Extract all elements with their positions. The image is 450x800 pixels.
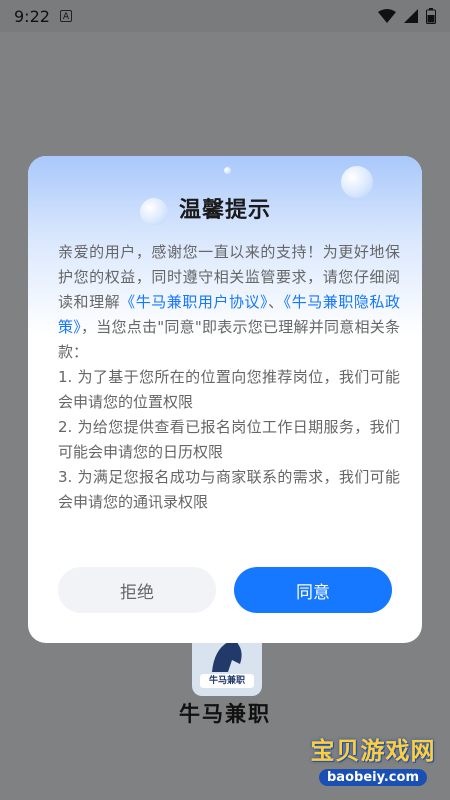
watermark-title: 宝贝游戏网 <box>310 737 436 765</box>
app-name: 牛马兼职 <box>179 702 271 726</box>
notification-a-icon: A <box>59 10 72 22</box>
app-logo-label: 牛马兼职 <box>200 674 254 688</box>
agree-button[interactable]: 同意 <box>234 567 392 613</box>
user-agreement-link[interactable]: 《牛马兼职用户协议》 <box>120 293 268 311</box>
status-bar: 9:22 A <box>0 0 450 32</box>
decline-button[interactable]: 拒绝 <box>58 567 216 613</box>
permission-item-contacts: 3. 为满足您报名成功与商家联系的需求，我们可能会申请您的通讯录权限 <box>58 468 400 511</box>
intro-text-end: ，当您点击"同意"即表示您已理解并同意相关条款： <box>58 318 400 361</box>
dialog-intro: 亲爱的用户，感谢您一直以来的支持！为更好地保护您的权益，同时遵守相关监管要求，请… <box>58 240 400 365</box>
signal-icon <box>404 9 418 23</box>
dialog-body: 亲爱的用户，感谢您一直以来的支持！为更好地保护您的权益，同时遵守相关监管要求，请… <box>58 240 400 515</box>
bubble-decoration-icon <box>224 167 231 174</box>
intro-separator: 、 <box>268 293 284 311</box>
watermark-url: baobeiy.com <box>319 769 427 786</box>
battery-icon <box>426 8 436 24</box>
permission-item-location: 1. 为了基于您所在的位置向您推荐岗位，我们可能会申请您的位置权限 <box>58 368 400 411</box>
privacy-dialog: 温馨提示 亲爱的用户，感谢您一直以来的支持！为更好地保护您的权益，同时遵守相关监… <box>28 156 422 643</box>
permission-item-calendar: 2. 为给您提供查看已报名岗位工作日期服务，我们可能会申请您的日历权限 <box>58 418 400 461</box>
status-time: 9:22 <box>14 6 50 26</box>
dialog-title: 温馨提示 <box>178 198 271 223</box>
watermark: 宝贝游戏网 baobeiy.com <box>304 731 442 786</box>
wifi-icon <box>378 9 396 23</box>
